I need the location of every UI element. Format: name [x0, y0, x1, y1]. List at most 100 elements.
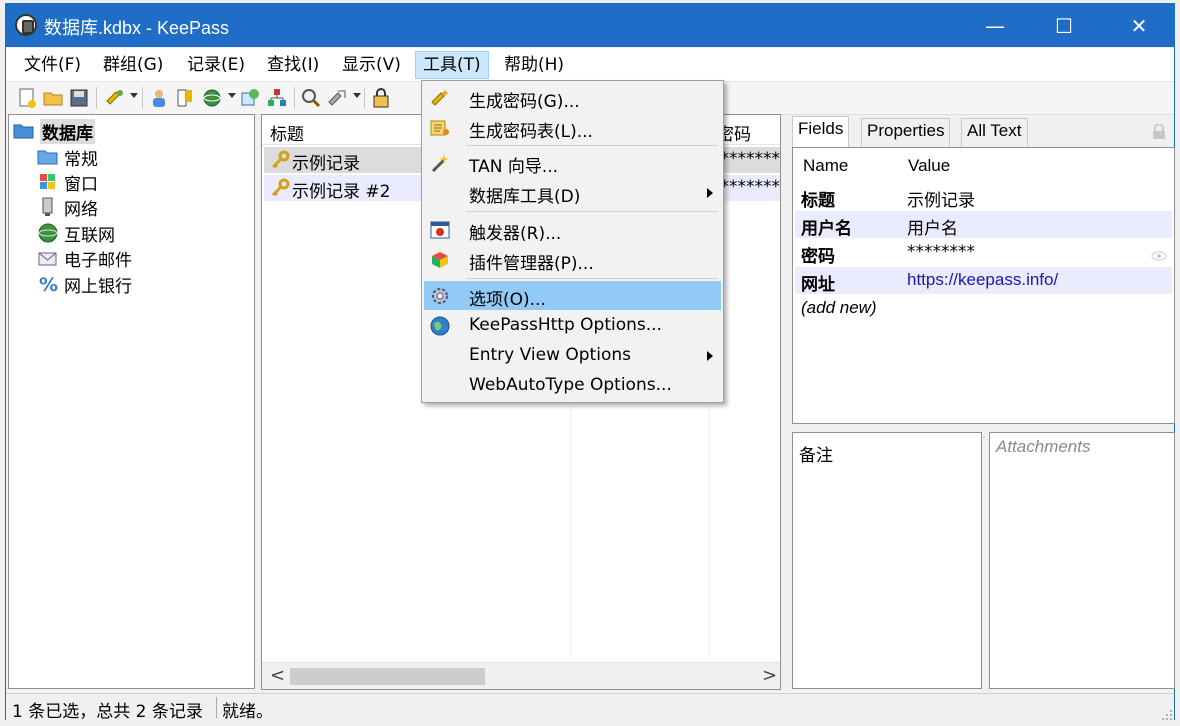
search-icon[interactable] [300, 87, 322, 109]
tree-item-label: 网上银行 [64, 276, 132, 297]
copy-password-icon[interactable] [174, 87, 196, 109]
menu-item-database-tools[interactable]: 数据库工具(D) [424, 178, 721, 207]
menu-item-label: 触发器(R)... [469, 224, 562, 244]
server-icon [37, 197, 59, 217]
entry-structure-icon[interactable] [266, 87, 288, 109]
toolbar-separator [96, 87, 97, 109]
menu-help[interactable]: 帮助(H) [496, 51, 572, 79]
percent-icon: % [37, 274, 59, 296]
tree-item-windows[interactable]: 窗口 [37, 170, 98, 195]
scroll-thumb[interactable] [290, 668, 485, 685]
scroll-left-arrow[interactable]: < [270, 665, 285, 686]
field-row[interactable]: 密码 ******** [795, 239, 1172, 267]
chevron-down-icon[interactable] [130, 93, 138, 98]
menu-item-plugins[interactable]: 插件管理器(P)... [424, 245, 721, 274]
menu-item-label: 生成密码表(L)... [469, 122, 593, 142]
lock-workspace-icon[interactable] [370, 87, 392, 109]
toolbar-separator [142, 87, 143, 109]
menu-item-triggers[interactable]: 触发器(R)... [424, 215, 721, 244]
menu-item-tan-wizard[interactable]: TAN 向导... [424, 148, 721, 177]
tree-item-label: 常规 [64, 149, 98, 170]
fields-name-header: Name [803, 156, 849, 175]
add-entry-icon[interactable] [104, 87, 126, 109]
save-icon[interactable] [68, 87, 90, 109]
lock-icon[interactable] [1152, 123, 1166, 144]
toolbar-separator [364, 87, 365, 109]
open-folder-icon[interactable] [42, 87, 64, 109]
column-header-title[interactable]: 标题 [270, 120, 304, 145]
open-url-icon[interactable] [201, 87, 223, 109]
chevron-down-icon[interactable] [228, 93, 236, 98]
tab-properties[interactable]: Properties [861, 118, 951, 148]
tree-root-database[interactable]: 数据库 [13, 118, 95, 144]
envelope-icon [37, 248, 59, 268]
resize-grip-icon[interactable] [1161, 706, 1173, 726]
field-row[interactable]: 用户名 用户名 [795, 211, 1172, 239]
fields-value-header: Value [908, 156, 951, 175]
fields-header: Name Value [795, 150, 1172, 180]
menu-item-webautotype-options[interactable]: WebAutoType Options... [424, 371, 721, 400]
new-database-icon[interactable] [16, 87, 38, 109]
fields-pane[interactable]: Name Value 标题 示例记录 用户名 用户名 密码 ******** 网… [792, 147, 1175, 424]
windows-logo-icon [37, 172, 59, 192]
window-title: 数据库.kdbx - KeePass [44, 18, 230, 38]
copy-entry-icon[interactable] [239, 87, 261, 109]
eye-icon[interactable] [1151, 247, 1167, 267]
menu-group[interactable]: 群组(G) [95, 51, 171, 79]
menu-item-options[interactable]: 选项(O)... [424, 281, 721, 310]
menu-item-keepasshttp-options[interactable]: KeePassHttp Options... [424, 311, 721, 340]
field-name: 网址 [801, 275, 835, 295]
keepass-lock-icon [15, 14, 37, 36]
show-entries-icon[interactable] [326, 87, 348, 109]
field-value[interactable]: ******** [907, 242, 975, 262]
tree-item-label: 互联网 [64, 225, 115, 246]
menu-bar: 文件(F) 群组(G) 记录(E) 查找(I) 显示(V) 工具(T) 帮助(H… [6, 48, 1174, 82]
group-tree[interactable]: 数据库 常规 窗口 网络 互联网 电子邮件 % 网上银行 [8, 114, 255, 689]
key-icon [270, 178, 290, 198]
menu-separator [466, 145, 718, 146]
chevron-down-icon[interactable] [353, 93, 361, 98]
tree-item-general[interactable]: 常规 [37, 145, 98, 170]
folder-icon [37, 147, 59, 167]
field-name: 用户名 [801, 219, 852, 239]
add-new-label[interactable]: (add new) [801, 298, 877, 318]
field-value[interactable]: 用户名 [907, 214, 958, 239]
menu-find[interactable]: 查找(I) [259, 51, 327, 79]
close-button[interactable]: ✕ [1105, 4, 1173, 47]
title-bar: 数据库.kdbx - KeePass — ☐ ✕ [6, 4, 1174, 47]
tree-item-network[interactable]: 网络 [37, 195, 98, 220]
field-row[interactable]: 标题 示例记录 [795, 183, 1172, 211]
tree-item-banking[interactable]: % 网上银行 [37, 272, 132, 297]
field-row[interactable]: 网址 https://keepass.info/ [795, 267, 1172, 295]
menu-entry[interactable]: 记录(E) [179, 51, 253, 79]
copy-username-icon[interactable] [148, 87, 170, 109]
tree-item-label: 电子邮件 [64, 250, 132, 271]
menu-item-entry-view-options[interactable]: Entry View Options [424, 341, 721, 370]
menu-item-label: KeePassHttp Options... [469, 315, 662, 335]
scroll-right-arrow[interactable]: > [762, 665, 777, 686]
attachments-pane[interactable]: Attachments [989, 432, 1175, 689]
tab-all-text[interactable]: All Text [961, 118, 1028, 148]
field-url-link[interactable]: https://keepass.info/ [907, 270, 1058, 290]
maximize-button[interactable]: ☐ [1030, 4, 1098, 47]
menu-file[interactable]: 文件(F) [16, 51, 89, 79]
tree-item-internet[interactable]: 互联网 [37, 221, 115, 246]
menu-tools[interactable]: 工具(T) [415, 51, 489, 79]
menu-item-label: TAN 向导... [469, 157, 559, 177]
menu-item-generate-password[interactable]: 生成密码(G)... [424, 83, 721, 112]
notes-pane[interactable]: 备注 [792, 432, 982, 689]
horizontal-scrollbar[interactable]: < > [262, 662, 780, 689]
folder-open-icon [13, 121, 35, 141]
field-value[interactable]: 示例记录 [907, 186, 975, 211]
minimize-button[interactable]: — [961, 4, 1029, 47]
attachments-label: Attachments [996, 437, 1091, 456]
add-new-field[interactable]: (add new) [795, 295, 1172, 322]
magic-wand-icon [429, 152, 451, 174]
tree-item-email[interactable]: 电子邮件 [37, 246, 132, 271]
tab-fields[interactable]: Fields [792, 116, 850, 148]
menu-view[interactable]: 显示(V) [334, 51, 409, 79]
menu-item-generate-password-list[interactable]: 生成密码表(L)... [424, 113, 721, 142]
key-icon [270, 150, 290, 170]
menu-item-label: Entry View Options [469, 345, 631, 365]
submenu-arrow-icon [707, 188, 713, 198]
